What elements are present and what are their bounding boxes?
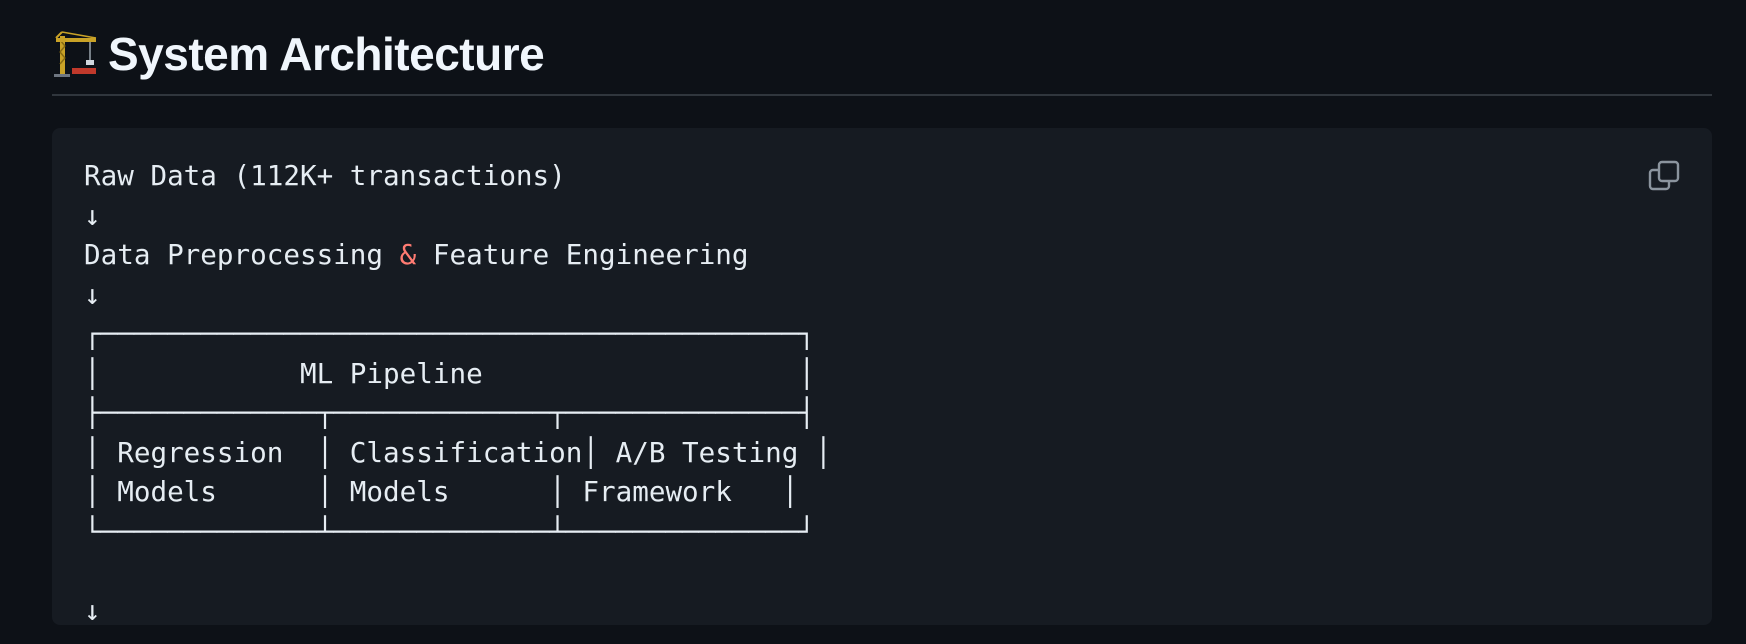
box-row: │ Models │ Models │ Framework │ bbox=[84, 475, 799, 508]
readme-section: System Architecture Raw Data (112K+ tran… bbox=[0, 0, 1746, 644]
code-arrow: ↓ bbox=[84, 277, 101, 311]
copy-icon bbox=[1648, 160, 1680, 191]
box-row: │ Regression │ Classification│ A/B Testi… bbox=[84, 435, 832, 469]
code-line-raw-data: Raw Data (112K+ transactions) bbox=[84, 159, 566, 192]
code-content: Raw Data (112K+ transactions) ↓ Data Pre… bbox=[84, 156, 832, 630]
code-arrow: ↓ bbox=[84, 593, 101, 627]
code-arrow: ↓ bbox=[84, 198, 101, 232]
code-text: Data Preprocessing bbox=[84, 238, 400, 271]
code-text: Feature Engineering bbox=[416, 238, 749, 271]
code-line-preprocessing: Data Preprocessing & Feature Engineering bbox=[84, 238, 749, 271]
section-heading: System Architecture bbox=[52, 16, 545, 92]
heading-divider bbox=[52, 94, 1712, 96]
code-block: Raw Data (112K+ transactions) ↓ Data Pre… bbox=[52, 128, 1712, 627]
section-title: System Architecture bbox=[108, 28, 545, 80]
copy-button[interactable] bbox=[1644, 156, 1684, 196]
code-ampersand: & bbox=[399, 238, 417, 271]
construction-crane-icon bbox=[52, 30, 100, 78]
box-bottom: └─────────────┴─────────────┴───────────… bbox=[84, 514, 815, 548]
box-top: ┌───────────────────────────────────────… bbox=[84, 317, 815, 350]
box-title-row: │ ML Pipeline │ bbox=[84, 356, 815, 390]
box-divider: ├─────────────┬─────────────┬───────────… bbox=[84, 396, 815, 429]
